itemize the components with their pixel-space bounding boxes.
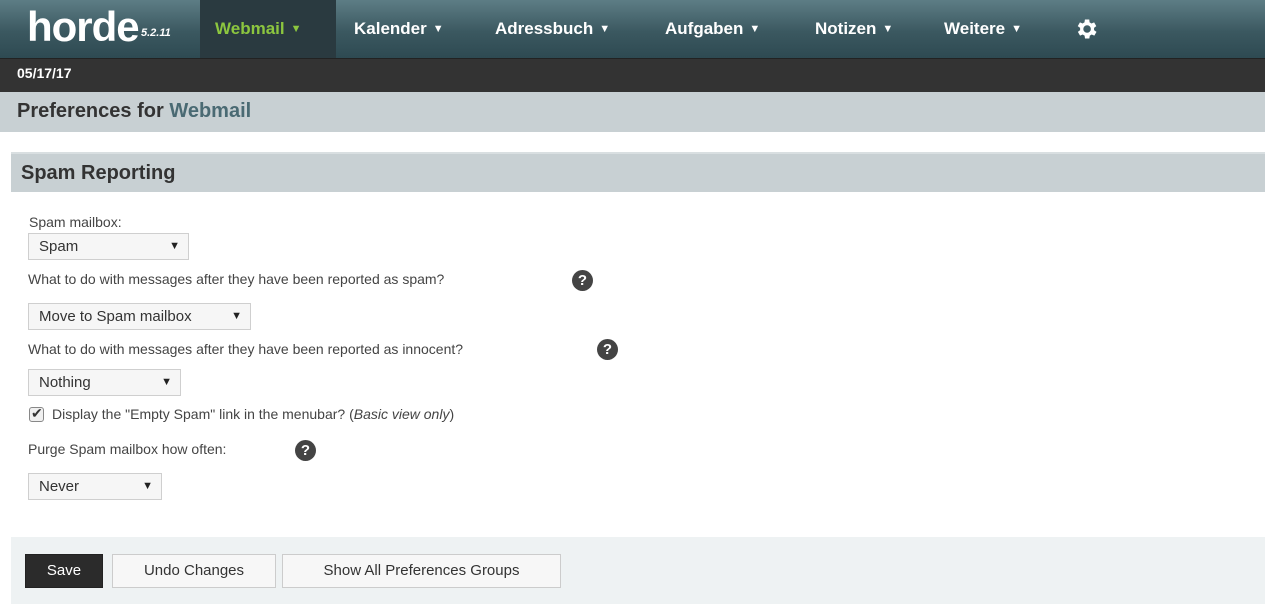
nav-weitere[interactable]: Weitere ▼ — [944, 0, 1022, 58]
nav-weitere-label: Weitere — [944, 19, 1006, 38]
button-bar: Save Undo Changes Show All Preferences G… — [11, 537, 1265, 604]
purge-label: Purge Spam mailbox how often: — [28, 441, 227, 457]
nav-adressbuch[interactable]: Adressbuch ▼ — [495, 0, 610, 58]
nav-kalender[interactable]: Kalender ▼ — [354, 0, 444, 58]
version-label: 5.2.11 — [141, 27, 171, 39]
logo-text: horde — [27, 3, 140, 50]
help-icon[interactable]: ? — [597, 339, 618, 360]
nav-kalender-label: Kalender — [354, 19, 427, 38]
innocent-action-value: Nothing — [39, 374, 91, 391]
dropdown-arrow-icon: ▼ — [142, 480, 153, 492]
page-title-app: Webmail — [169, 100, 252, 122]
spam-action-select[interactable]: Move to Spam mailbox ▼ — [28, 303, 251, 330]
spam-mailbox-select[interactable]: Spam ▼ — [28, 233, 189, 260]
spam-action-label: What to do with messages after they have… — [28, 271, 445, 287]
dropdown-arrow-icon: ▼ — [231, 310, 242, 322]
purge-value: Never — [39, 478, 80, 495]
innocent-action-label: What to do with messages after they have… — [28, 341, 464, 357]
checkmark-icon: ✔ — [31, 405, 43, 421]
gear-icon[interactable] — [1073, 16, 1099, 42]
help-icon[interactable]: ? — [572, 270, 593, 291]
dropdown-arrow-icon: ▼ — [161, 376, 172, 388]
chevron-down-icon: ▼ — [290, 23, 302, 35]
save-button[interactable]: Save — [25, 554, 103, 588]
nav-aufgaben-label: Aufgaben — [665, 19, 744, 38]
spam-mailbox-label: Spam mailbox: — [29, 214, 122, 230]
chevron-down-icon: ▼ — [1011, 23, 1022, 35]
help-icon[interactable]: ? — [295, 440, 316, 461]
nav-adressbuch-label: Adressbuch — [495, 19, 594, 38]
purge-select[interactable]: Never ▼ — [28, 473, 162, 500]
nav-webmail[interactable]: Webmail ▼ — [200, 0, 336, 58]
nav-webmail-label: Webmail — [215, 19, 285, 38]
innocent-action-select[interactable]: Nothing ▼ — [28, 369, 181, 396]
chevron-down-icon: ▼ — [432, 23, 444, 35]
section-header: Spam Reporting — [11, 152, 1265, 192]
nav-aufgaben[interactable]: Aufgaben ▼ — [665, 0, 760, 58]
preferences-header: Preferences for Webmail — [0, 92, 1265, 132]
empty-spam-label: Display the "Empty Spam" link in the men… — [52, 406, 454, 422]
undo-changes-button[interactable]: Undo Changes — [112, 554, 276, 588]
page-title: Preferences for Webmail — [17, 100, 251, 123]
chevron-down-icon: ▼ — [749, 23, 761, 35]
show-all-preferences-button[interactable]: Show All Preferences Groups — [282, 554, 561, 588]
chevron-down-icon: ▼ — [599, 23, 611, 35]
nav-notizen[interactable]: Notizen ▼ — [815, 0, 893, 58]
nav-notizen-label: Notizen — [815, 19, 877, 38]
chevron-down-icon: ▼ — [882, 23, 894, 35]
empty-spam-label-close: ) — [449, 406, 455, 422]
spam-mailbox-value: Spam — [39, 238, 79, 255]
empty-spam-note: Basic view only — [353, 406, 450, 422]
section-title: Spam Reporting — [21, 162, 176, 184]
date-bar: 05/17/17 — [0, 58, 1265, 92]
empty-spam-label-text: Display the "Empty Spam" link in the men… — [52, 406, 354, 422]
dropdown-arrow-icon: ▼ — [169, 240, 180, 252]
current-date: 05/17/17 — [17, 65, 72, 81]
page-title-prefix: Preferences for — [17, 100, 164, 122]
empty-spam-checkbox[interactable]: ✔ — [29, 405, 44, 422]
top-navigation-bar: horde 5.2.11 Webmail ▼ Kalender ▼ Adressbu… — [0, 0, 1265, 58]
spam-action-value: Move to Spam mailbox — [39, 308, 192, 325]
